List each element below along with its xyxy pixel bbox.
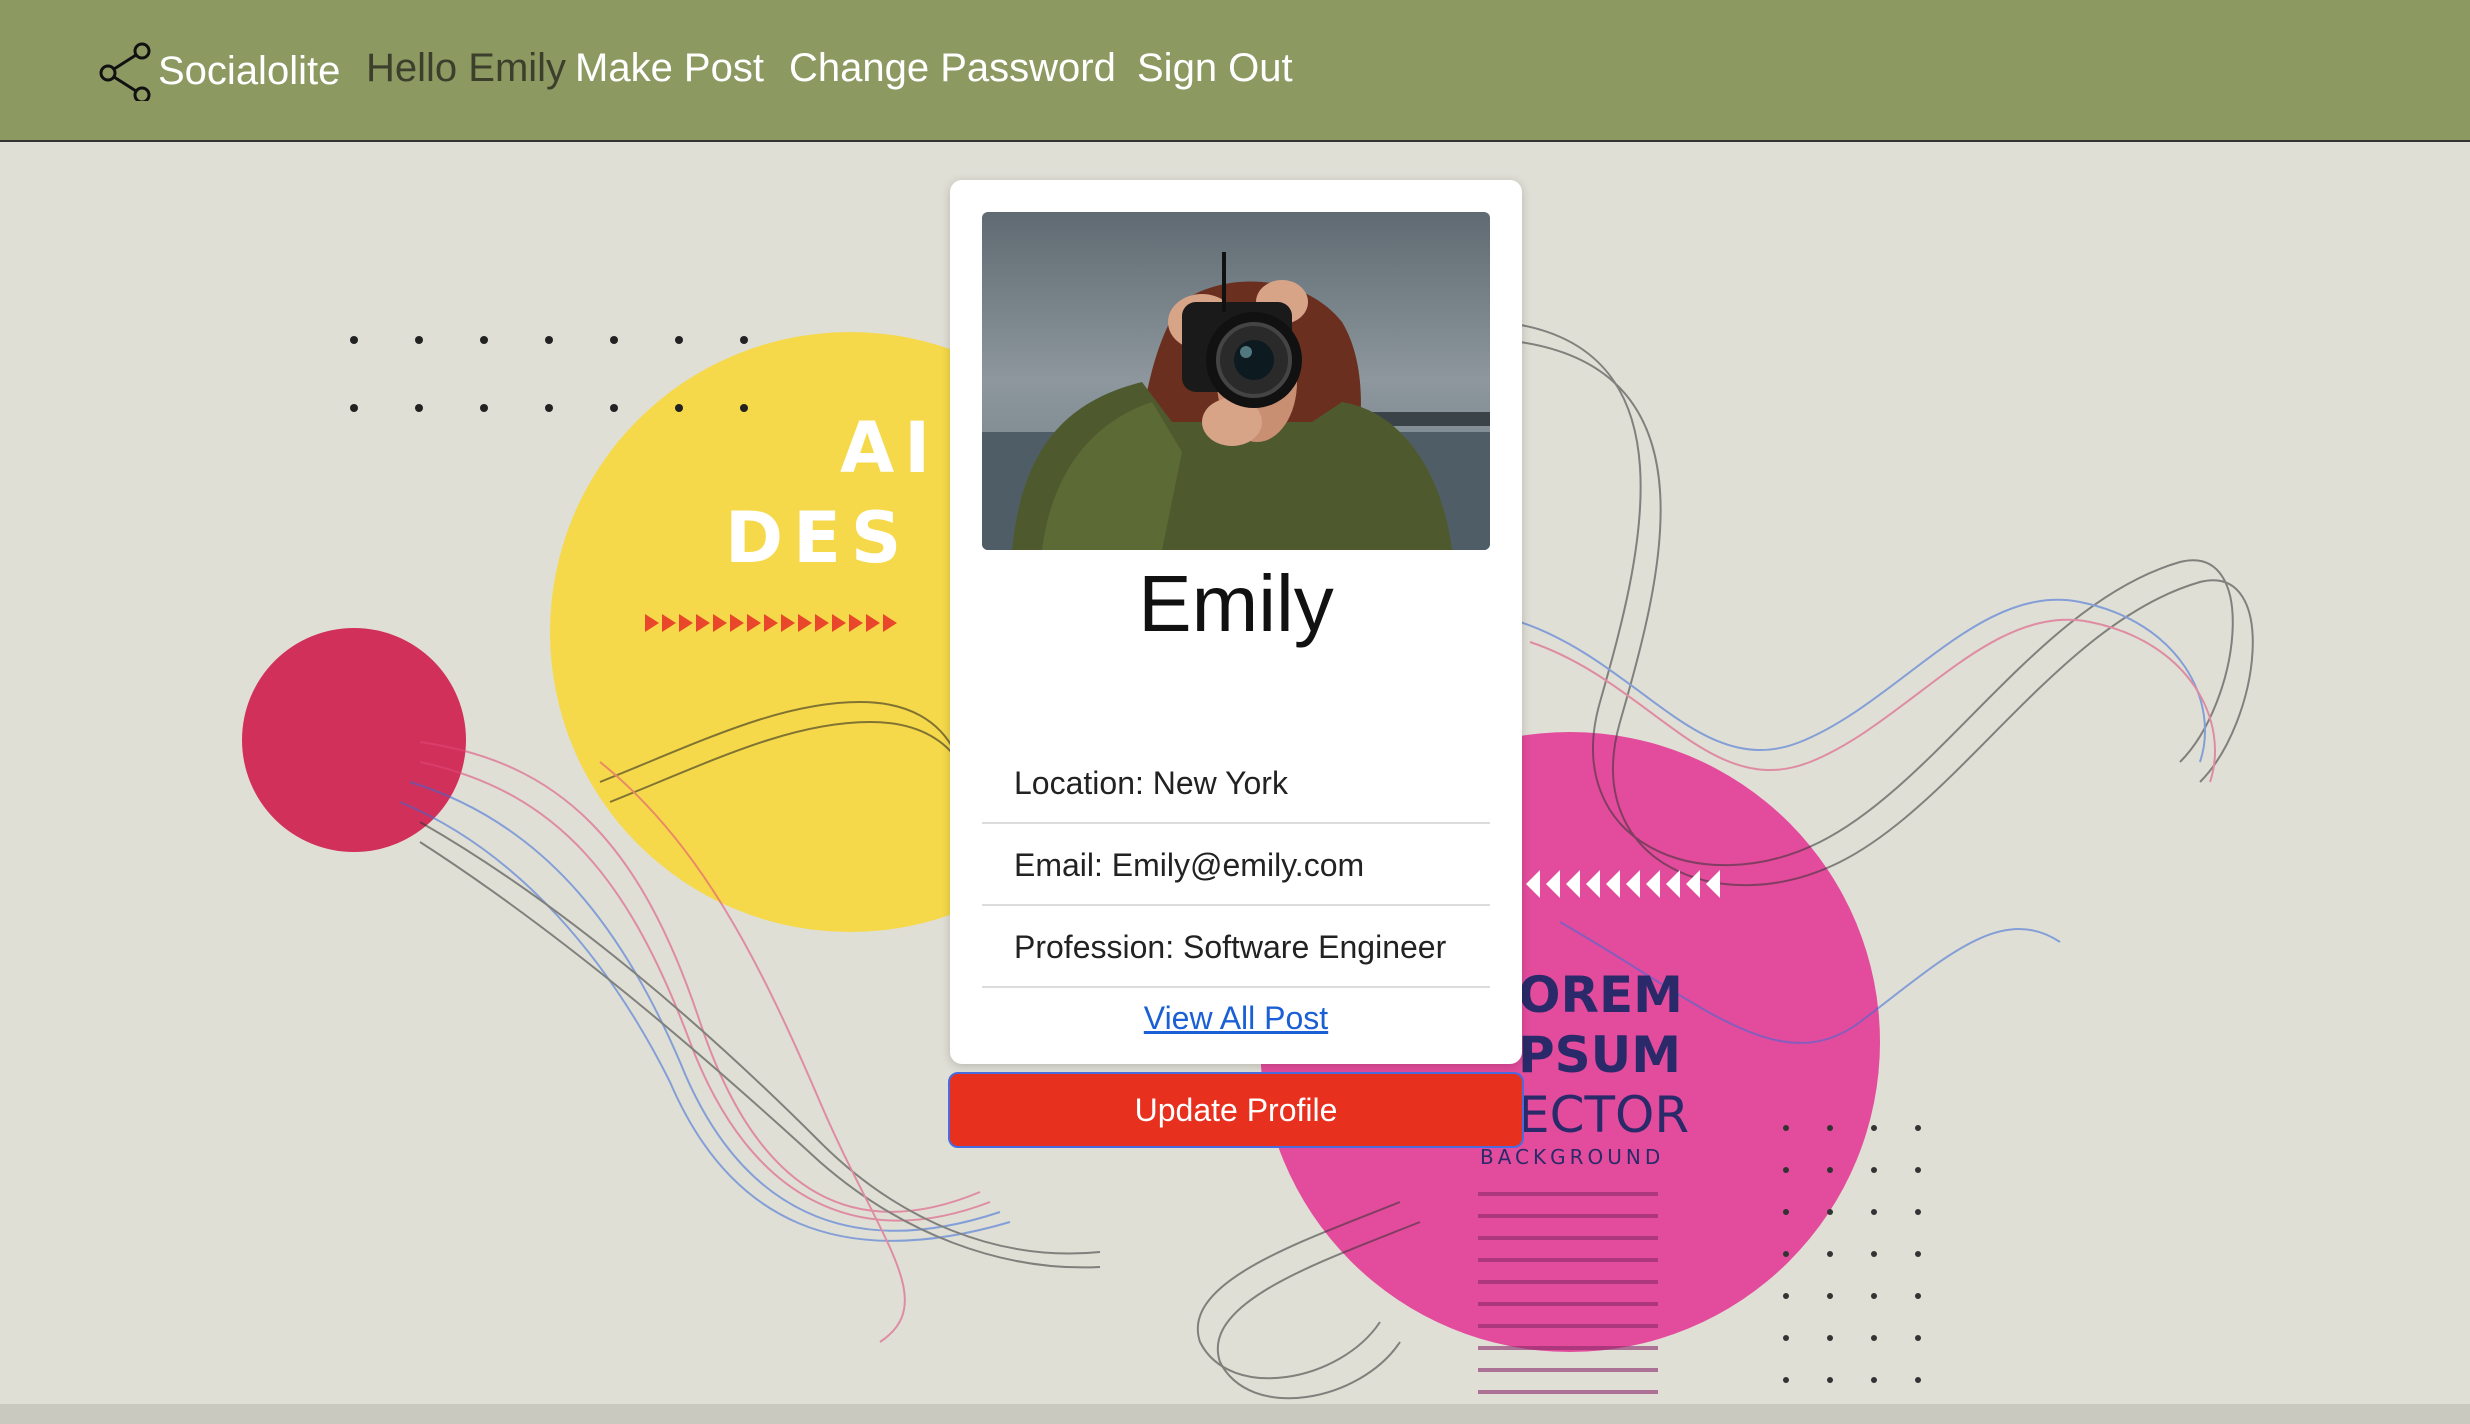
update-profile-button[interactable]: Update Profile: [948, 1072, 1524, 1148]
profession-row: Profession: Software Engineer: [982, 906, 1490, 988]
location-row: Location: New York: [982, 742, 1490, 824]
make-post-link[interactable]: Make Post: [575, 46, 764, 91]
hero-headline-2: DES: [725, 497, 911, 579]
user-greeting: Hello Emily: [366, 46, 567, 90]
view-all-post-link[interactable]: View All Post: [950, 1000, 1522, 1037]
poster-text-2: PSUM: [1518, 1026, 1681, 1084]
share-icon: [96, 41, 156, 101]
hero-headline-1: AI: [840, 407, 940, 489]
poster-text-4: BACKGROUND: [1480, 1145, 1664, 1169]
email-row: Email: Emily@emily.com: [982, 824, 1490, 906]
brand-name: Socialolite: [158, 48, 341, 93]
profile-name: Emily: [1138, 559, 1334, 648]
sign-out-link[interactable]: Sign Out: [1137, 46, 1293, 91]
top-navbar: Socialolite Hello Emily Make Post Change…: [0, 0, 2470, 142]
brand-link[interactable]: Socialolite: [96, 38, 340, 104]
poster-text-1: OREM: [1518, 966, 1683, 1024]
poster-text-3: ECTOR: [1518, 1086, 1689, 1144]
change-password-link[interactable]: Change Password: [789, 46, 1116, 91]
profile-photo: [982, 212, 1490, 550]
